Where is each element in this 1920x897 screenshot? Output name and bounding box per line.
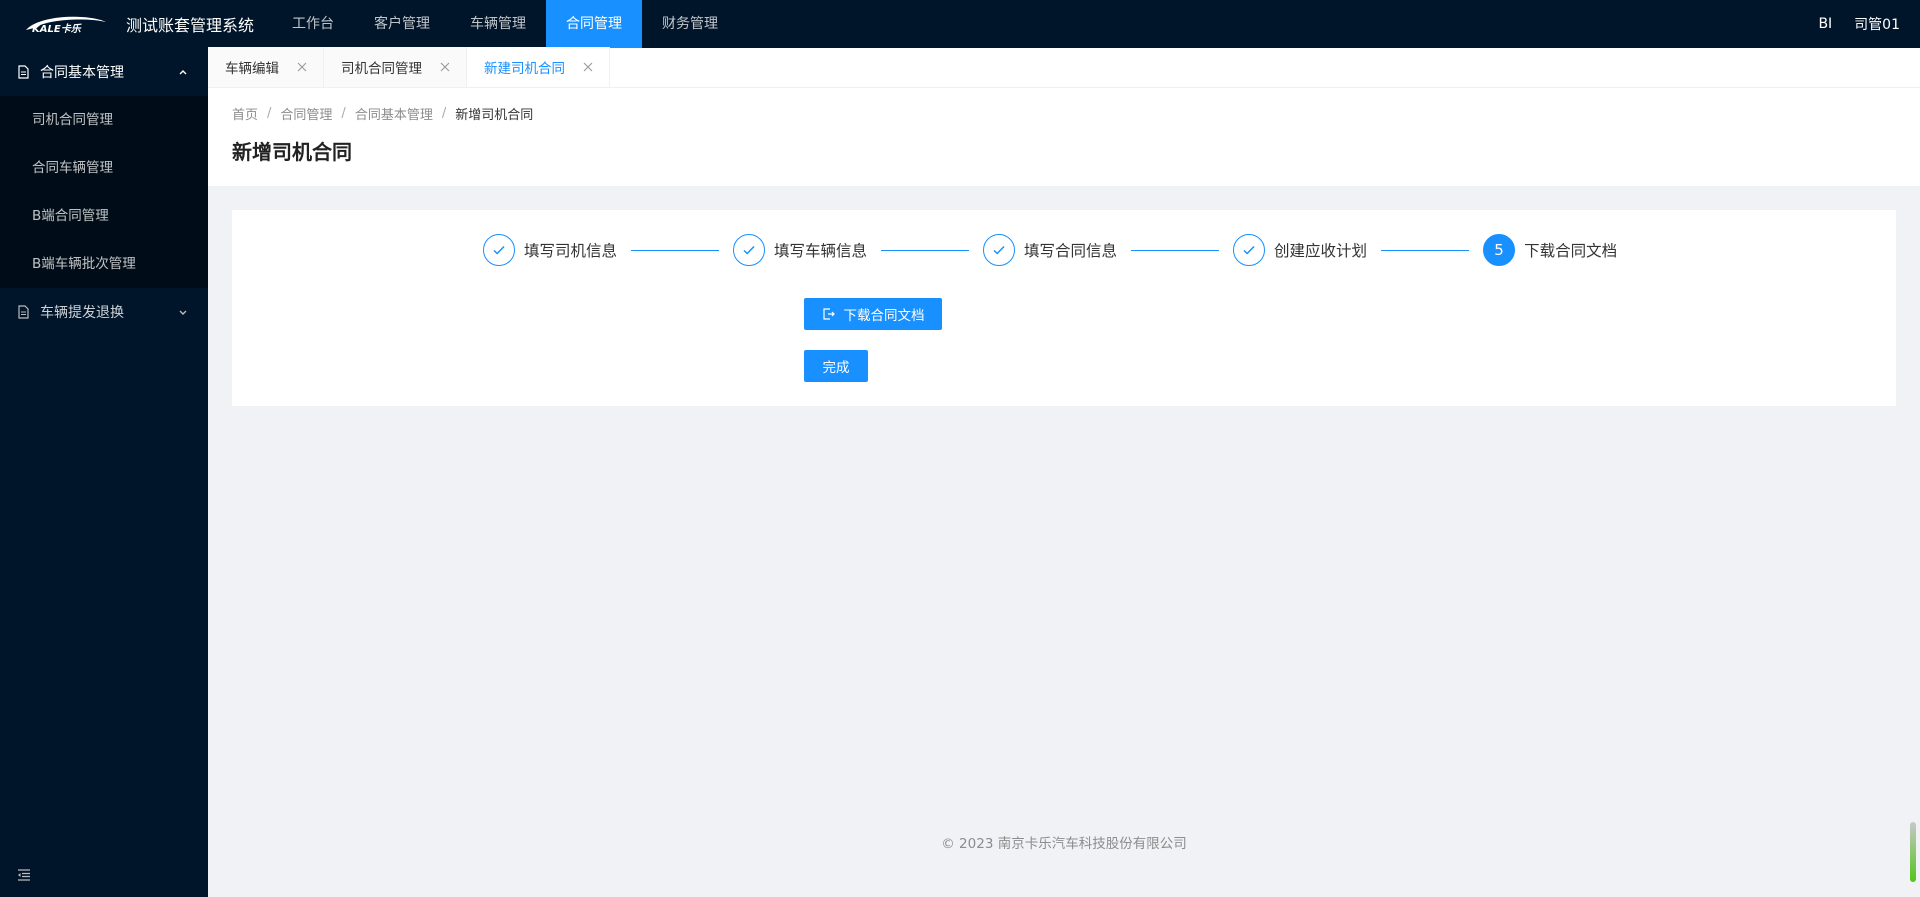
footer-copyright: © 2023 南京卡乐汽车科技股份有限公司 (941, 836, 1187, 852)
step-receivable-plan: 创建应收计划 (1233, 234, 1367, 266)
close-icon[interactable] (583, 62, 593, 72)
step-vehicle-info: 填写车辆信息 (733, 234, 867, 266)
step-download-docs: 5 下载合同文档 (1483, 234, 1617, 266)
tab-driver-contracts[interactable]: 司机合同管理 (324, 47, 467, 87)
breadcrumb-home[interactable]: 首页 (232, 104, 258, 123)
tab-new-driver-contract[interactable]: 新建司机合同 (467, 47, 610, 87)
breadcrumb-contract-basic[interactable]: 合同基本管理 (355, 104, 433, 123)
logo-icon: KALE卡乐 (26, 16, 106, 35)
close-icon[interactable] (297, 62, 307, 72)
step-connector (631, 249, 720, 251)
check-icon (983, 234, 1016, 266)
sidebar-item-b-vehicle-batches[interactable]: B端车辆批次管理 (0, 240, 208, 288)
topnav-item-customers[interactable]: 客户管理 (354, 0, 450, 48)
check-icon (733, 234, 766, 266)
sidebar-item-b-contracts[interactable]: B端合同管理 (0, 192, 208, 240)
user-menu[interactable]: 司管01 (1854, 14, 1900, 34)
steps: 填写司机信息 填写车辆信息 填写合同信息 创建应收计划 5 下载合同文档 (483, 234, 1617, 266)
step-number: 5 (1483, 234, 1516, 266)
sidebar-group-label: 车辆提发退换 (40, 305, 124, 321)
step-title: 填写合同信息 (1024, 242, 1118, 260)
topnav-item-finance[interactable]: 财务管理 (642, 0, 738, 48)
app-title: 测试账套管理系统 (126, 16, 255, 35)
sidebar-submenu: 司机合同管理 合同车辆管理 B端合同管理 B端车辆批次管理 (0, 96, 208, 288)
steps-card: 填写司机信息 填写车辆信息 填写合同信息 创建应收计划 5 下载合同文档 下载合… (232, 210, 1896, 406)
breadcrumb: 首页 / 合同管理 / 合同基本管理 / 新增司机合同 (232, 102, 1896, 124)
close-icon[interactable] (440, 62, 450, 72)
export-icon (822, 307, 836, 321)
header-right: BI 司管01 (1818, 0, 1900, 48)
download-contract-button[interactable]: 下载合同文档 (804, 298, 942, 330)
sidebar-group-vehicle-dispatch[interactable]: 车辆提发退换 (0, 288, 208, 336)
chevron-down-icon (176, 305, 190, 319)
check-icon (483, 234, 515, 266)
step-title: 创建应收计划 (1274, 242, 1368, 260)
breadcrumb-separator: / (341, 105, 346, 121)
tabs-bar: 车辆编辑 司机合同管理 新建司机合同 (208, 47, 1920, 88)
tab-vehicle-edit[interactable]: 车辆编辑 (208, 47, 324, 87)
step-connector (1131, 249, 1220, 251)
logo[interactable]: KALE卡乐 (0, 0, 110, 48)
sidebar: 合同基本管理 司机合同管理 合同车辆管理 B端合同管理 B端车辆批次管理 车辆提… (0, 48, 208, 897)
sidebar-item-contract-vehicles[interactable]: 合同车辆管理 (0, 144, 208, 192)
topnav-item-vehicles[interactable]: 车辆管理 (450, 0, 546, 48)
breadcrumb-current: 新增司机合同 (455, 107, 534, 123)
menu-fold-icon[interactable] (16, 867, 32, 883)
page-title: 新增司机合同 (232, 140, 352, 164)
step-connector (1381, 249, 1470, 251)
step-title: 填写车辆信息 (774, 242, 868, 260)
step-title: 下载合同文档 (1524, 242, 1618, 260)
chevron-up-icon (176, 65, 190, 79)
breadcrumb-contracts[interactable]: 合同管理 (280, 104, 332, 123)
finish-button[interactable]: 完成 (804, 350, 868, 382)
breadcrumb-separator: / (441, 105, 447, 121)
tab-label: 车辆编辑 (225, 61, 279, 77)
svg-text:KALE卡乐: KALE卡乐 (32, 23, 82, 35)
topnav-item-contracts[interactable]: 合同管理 (546, 0, 643, 48)
scroll-indicator[interactable] (1910, 822, 1916, 882)
tab-label: 司机合同管理 (341, 61, 422, 77)
breadcrumb-separator: / (267, 105, 272, 121)
page-header: 首页 / 合同管理 / 合同基本管理 / 新增司机合同 新增司机合同 (208, 88, 1920, 186)
top-header: KALE卡乐 测试账套管理系统 工作台 客户管理 车辆管理 合同管理 财务管理 … (0, 0, 1920, 48)
top-nav: 工作台 客户管理 车辆管理 合同管理 财务管理 (272, 0, 738, 48)
bi-link[interactable]: BI (1818, 16, 1832, 32)
file-icon (16, 305, 30, 319)
sidebar-item-driver-contracts[interactable]: 司机合同管理 (0, 96, 208, 144)
step-connector (881, 249, 970, 251)
check-icon (1233, 234, 1266, 266)
tab-label: 新建司机合同 (484, 61, 565, 77)
sidebar-group-label: 合同基本管理 (40, 65, 124, 81)
download-button-label: 下载合同文档 (843, 308, 925, 324)
step-driver-info: 填写司机信息 (483, 234, 617, 266)
sidebar-group-contract-basic[interactable]: 合同基本管理 (0, 48, 208, 96)
file-icon (16, 65, 30, 79)
topnav-item-workbench[interactable]: 工作台 (272, 0, 354, 48)
step-title: 填写司机信息 (524, 242, 618, 260)
step-contract-info: 填写合同信息 (983, 234, 1117, 266)
